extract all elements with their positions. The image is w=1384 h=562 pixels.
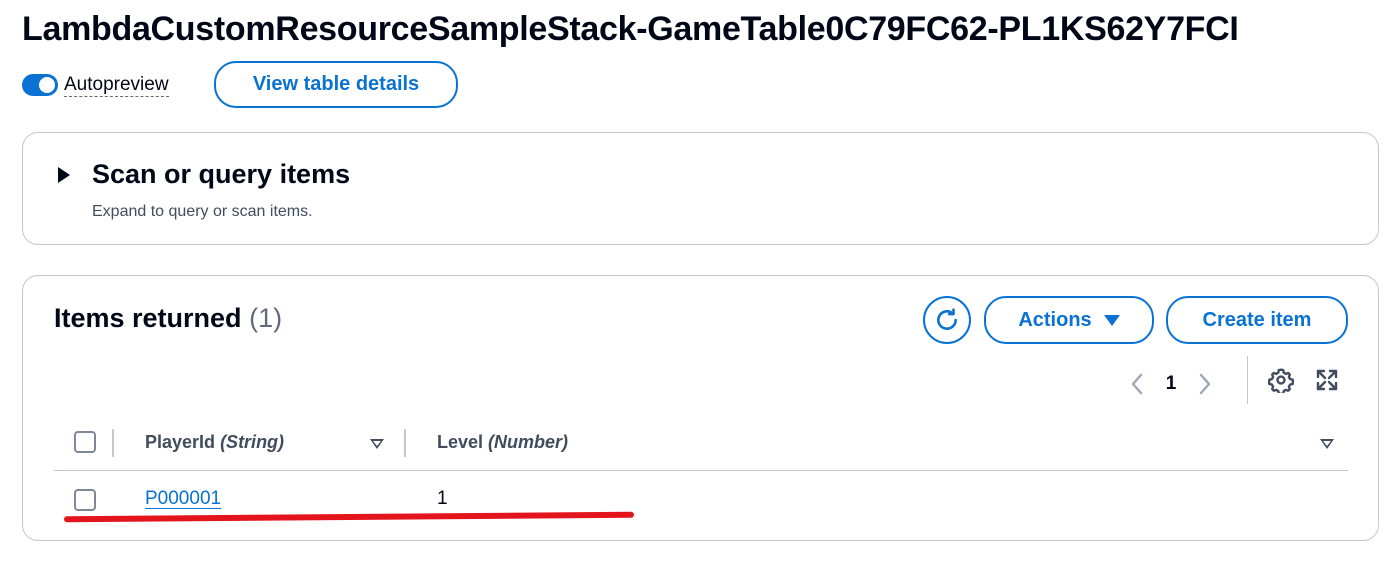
actions-dropdown-button[interactable]: Actions	[984, 296, 1154, 344]
column-header-playerid[interactable]: PlayerId (String)	[145, 432, 284, 453]
dynamodb-explore-items-page: LambdaCustomResourceSampleStack-GameTabl…	[0, 0, 1384, 562]
gear-icon	[1268, 368, 1294, 393]
autopreview-toggle[interactable]	[22, 74, 58, 96]
scan-query-subtitle: Expand to query or scan items.	[92, 203, 313, 220]
create-item-button[interactable]: Create item	[1166, 296, 1348, 344]
sort-icon[interactable]	[1320, 439, 1334, 449]
next-page-button[interactable]	[1191, 370, 1219, 398]
playerid-link[interactable]: P000001	[145, 488, 221, 510]
items-count: (1)	[249, 303, 283, 333]
items-returned-panel: Items returned (1) Actions Create item 1	[22, 275, 1379, 541]
view-table-details-button[interactable]: View table details	[214, 61, 458, 108]
column-type: (String)	[220, 432, 285, 452]
preferences-button[interactable]	[1267, 366, 1295, 394]
sort-icon[interactable]	[370, 439, 384, 449]
autopreview-label[interactable]: Autopreview	[64, 74, 169, 97]
chevron-right-icon	[1199, 373, 1211, 395]
caret-down-icon	[1103, 314, 1120, 326]
expand-icon	[1316, 369, 1338, 391]
refresh-button[interactable]	[923, 296, 971, 344]
select-all-checkbox[interactable]	[74, 431, 96, 453]
actions-label: Actions	[1018, 308, 1092, 331]
column-divider	[112, 429, 114, 457]
chevron-left-icon	[1131, 373, 1143, 395]
expand-caret-icon[interactable]	[58, 167, 70, 183]
scan-query-title[interactable]: Scan or query items	[92, 159, 350, 190]
pagination: 1	[1123, 364, 1219, 404]
items-returned-title: Items returned	[54, 303, 242, 333]
column-header-level[interactable]: Level (Number)	[437, 432, 568, 453]
scan-query-panel: Scan or query items Expand to query or s…	[22, 132, 1379, 245]
refresh-icon	[937, 308, 957, 330]
items-returned-heading: Items returned (1)	[54, 303, 282, 334]
column-name: Level	[437, 432, 484, 452]
column-type: (Number)	[488, 432, 569, 452]
column-name: PlayerId	[145, 432, 216, 452]
autopreview-toggle-row: Autopreview	[22, 62, 169, 108]
row-checkbox[interactable]	[74, 489, 96, 511]
page-number[interactable]: 1	[1151, 373, 1191, 395]
level-value: 1	[437, 488, 448, 509]
previous-page-button[interactable]	[1123, 370, 1151, 398]
pager-divider	[1247, 356, 1248, 404]
page-title: LambdaCustomResourceSampleStack-GameTabl…	[22, 10, 1239, 48]
column-divider[interactable]	[404, 429, 406, 457]
toggle-knob	[39, 77, 55, 93]
fullscreen-button[interactable]	[1313, 366, 1341, 394]
header-divider	[54, 470, 1348, 471]
